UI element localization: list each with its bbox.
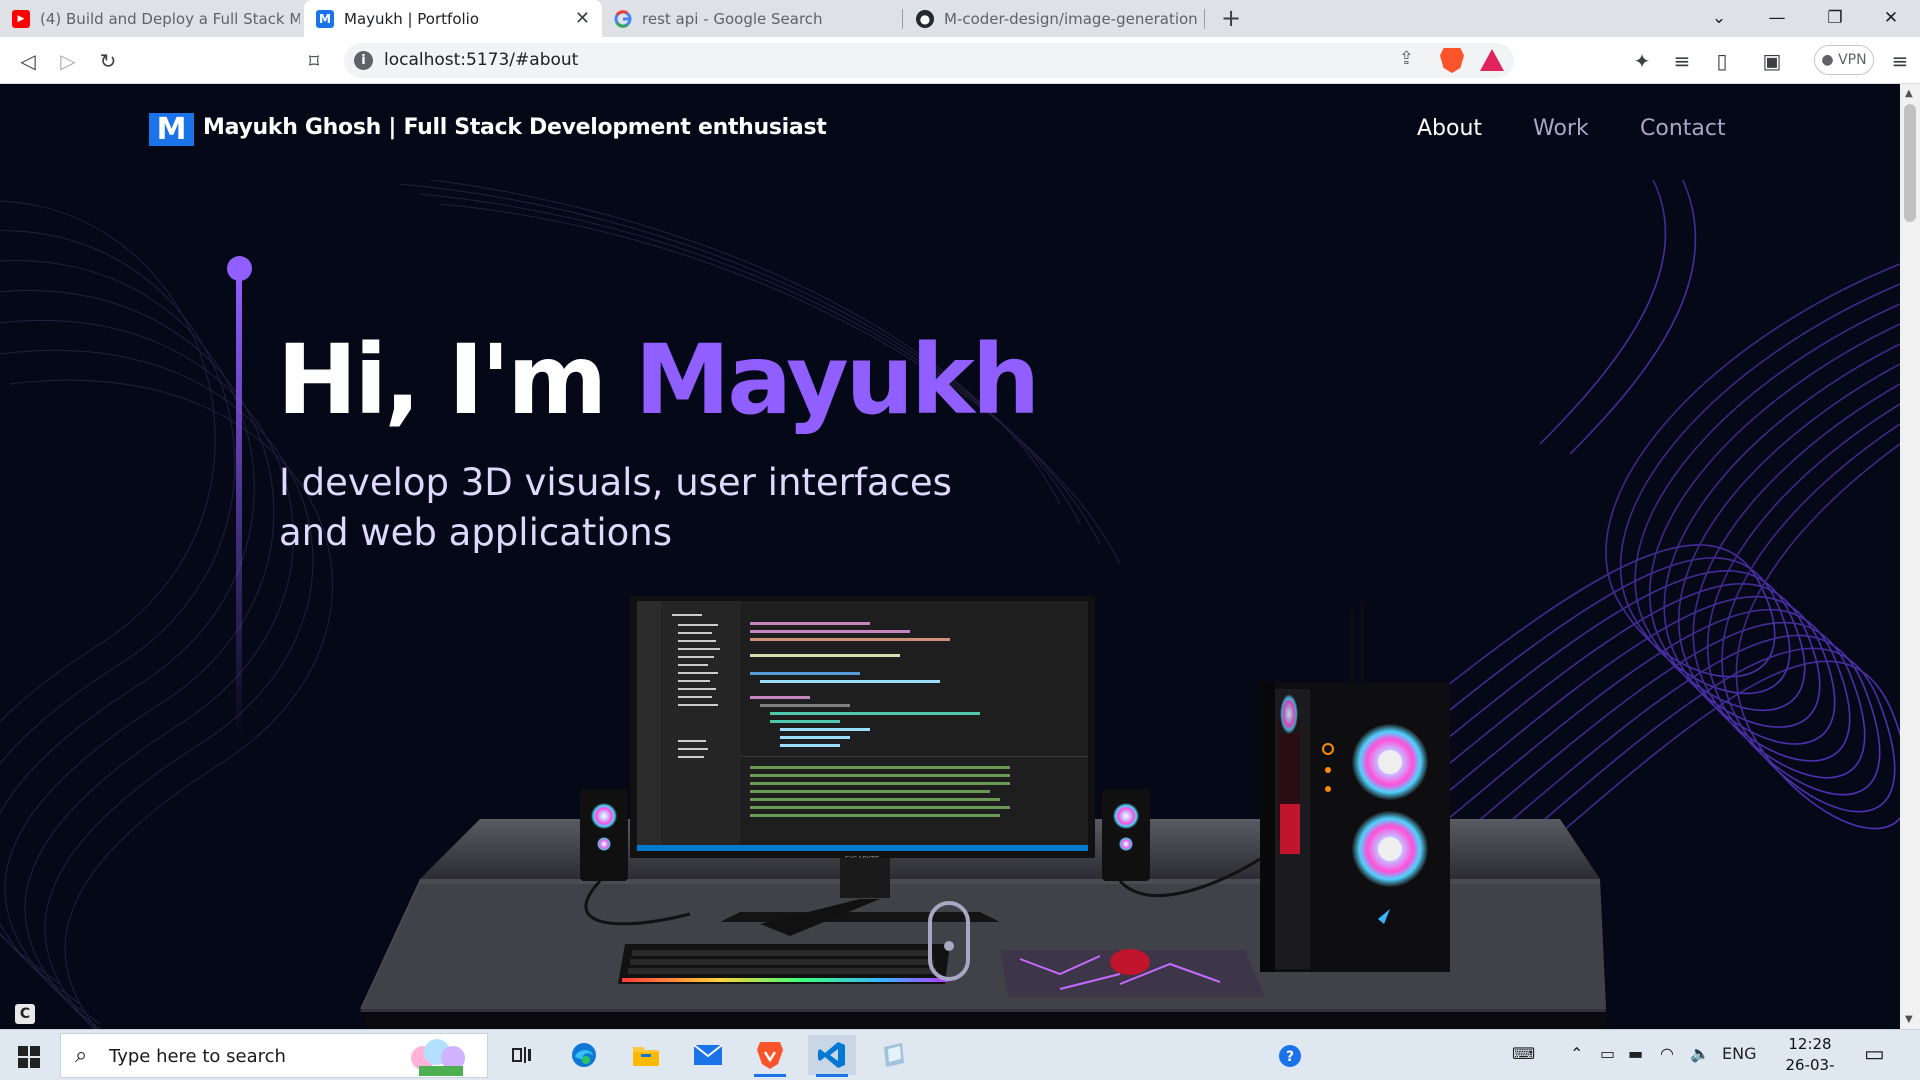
edge-icon[interactable] — [560, 1035, 608, 1075]
taskbar-search-placeholder: Type here to search — [109, 1046, 286, 1067]
new-tab-button[interactable]: + — [1216, 4, 1246, 34]
wifi-icon[interactable]: ◠ — [1660, 1044, 1674, 1063]
close-tab-icon[interactable]: ✕ — [575, 8, 590, 29]
tab-title: Mayukh | Portfolio — [344, 9, 480, 28]
m-logo-icon: M — [316, 9, 334, 28]
hero-rail-line — [236, 278, 242, 738]
wallet-icon[interactable]: ▣ — [1756, 45, 1788, 77]
media-controls-icon[interactable]: ≡ — [1666, 45, 1698, 77]
tab-title: (4) Build and Deploy a Full Stack MERN — [40, 9, 300, 28]
forward-button[interactable]: ▷ — [52, 45, 84, 77]
clock-time: 12:28 — [1788, 1035, 1832, 1053]
tab-github[interactable]: ● M-coder-design/image-generation — [904, 0, 1204, 37]
taskbar-clock[interactable]: 12:28 26-03-2023 — [1770, 1034, 1850, 1080]
tab-title: rest api - Google Search — [642, 9, 823, 28]
site-brand-title[interactable]: Mayukh Ghosh | Full Stack Development en… — [203, 115, 827, 140]
left-speaker — [580, 789, 628, 881]
site-navbar: M Mayukh Ghosh | Full Stack Development … — [0, 84, 1900, 180]
hero-title: Hi, I'm Mayukh — [277, 324, 1040, 436]
notification-center-icon[interactable]: ▭ — [1864, 1042, 1885, 1067]
restore-button[interactable]: ❐ — [1806, 0, 1864, 37]
extensions-icon[interactable]: ✦ — [1626, 45, 1658, 77]
page-viewport: M Mayukh Ghosh | Full Stack Development … — [0, 84, 1900, 1029]
meet-now-icon[interactable]: ▭ — [1600, 1044, 1615, 1063]
page-scrollbar[interactable]: ▲ ▼ — [1900, 84, 1920, 1029]
bookmark-icon[interactable]: ⌑ — [298, 45, 330, 77]
search-highlight-art — [411, 1039, 465, 1076]
notepad-app-icon[interactable] — [870, 1035, 918, 1075]
menu-icon[interactable]: ≡ — [1884, 45, 1916, 77]
address-bar[interactable]: i localhost:5173/#about ⇪ — [344, 43, 1514, 78]
browser-toolbar: ◁ ▷ ↻ ⌑ i localhost:5173/#about ⇪ ✦ ≡ ▯ … — [0, 37, 1920, 84]
clock-date: 26-03-2023 — [1785, 1056, 1835, 1080]
nav-link-contact[interactable]: Contact — [1640, 116, 1726, 141]
url-text: localhost:5173/#about — [384, 50, 579, 70]
tab-youtube[interactable]: ▶ (4) Build and Deploy a Full Stack MERN — [0, 0, 300, 37]
windows-start-icon[interactable] — [10, 1042, 48, 1072]
tab-portfolio[interactable]: M Mayukh | Portfolio ✕ — [304, 0, 602, 37]
minimize-button[interactable]: — — [1748, 0, 1806, 37]
battery-icon[interactable]: ▬ — [1628, 1044, 1643, 1063]
scroll-down-icon[interactable]: ▼ — [1905, 1014, 1913, 1025]
vpn-label: VPN — [1838, 52, 1867, 68]
search-icon: ⌕ — [75, 1043, 88, 1068]
volume-icon[interactable]: 🔈 — [1690, 1044, 1710, 1063]
taskbar-search-box[interactable]: ⌕ Type here to search — [60, 1033, 488, 1078]
scroll-indicator[interactable] — [928, 901, 970, 981]
nav-link-about[interactable]: About — [1417, 116, 1482, 141]
gaming-mouse — [1110, 949, 1150, 975]
scroll-up-icon[interactable]: ▲ — [1905, 88, 1913, 99]
scrollbar-thumb[interactable] — [1904, 104, 1916, 222]
windows-taskbar: ⌕ Type here to search ? ⌨ ⌃ ▭ ▬ ◠ 🔈 ENG … — [0, 1029, 1920, 1080]
vpn-button[interactable]: ● VPN — [1814, 45, 1874, 75]
svg-text:?: ? — [1286, 1049, 1294, 1065]
vscode-icon[interactable] — [808, 1035, 856, 1077]
brave-browser-icon[interactable] — [746, 1035, 794, 1077]
tab-title: M-coder-design/image-generation — [944, 9, 1198, 28]
close-window-button[interactable]: ✕ — [1862, 0, 1920, 37]
reload-button[interactable]: ↻ — [92, 45, 124, 77]
share-icon[interactable]: ⇪ — [1399, 48, 1414, 69]
hero-greeting: Hi, I'm — [277, 324, 635, 436]
show-hidden-icons-chevron-icon[interactable]: ⌃ — [1570, 1044, 1583, 1063]
brave-shields-icon[interactable] — [1440, 48, 1464, 73]
desktop-pc-3d-scene[interactable]: GIGABYTE — [360, 504, 1620, 1029]
help-icon[interactable]: ? — [1278, 1044, 1302, 1072]
task-view-icon[interactable] — [498, 1035, 546, 1075]
browser-tab-strip: ▶ (4) Build and Deploy a Full Stack MERN… — [0, 0, 1920, 37]
tab-google-search[interactable]: rest api - Google Search — [602, 0, 902, 37]
corner-badge[interactable]: C — [15, 1004, 35, 1024]
sidebar-icon[interactable]: ▯ — [1706, 45, 1738, 77]
file-explorer-icon[interactable] — [622, 1035, 670, 1075]
brave-rewards-icon[interactable] — [1480, 49, 1504, 71]
site-info-icon[interactable]: i — [354, 51, 373, 70]
github-icon: ● — [916, 9, 934, 28]
language-indicator[interactable]: ENG — [1722, 1044, 1756, 1063]
nav-link-work[interactable]: Work — [1533, 116, 1589, 141]
google-icon — [614, 9, 632, 28]
site-logo[interactable]: M — [149, 113, 194, 146]
right-speaker — [1102, 789, 1150, 881]
back-button[interactable]: ◁ — [12, 45, 44, 77]
youtube-icon: ▶ — [12, 9, 30, 28]
desk-edge — [365, 1014, 1606, 1029]
keyboard-layout-icon[interactable]: ⌨ — [1512, 1044, 1535, 1063]
tab-search-chevron-icon[interactable]: ⌄ — [1690, 0, 1748, 37]
mail-icon[interactable] — [684, 1035, 732, 1075]
hero-name: Mayukh — [634, 324, 1040, 436]
